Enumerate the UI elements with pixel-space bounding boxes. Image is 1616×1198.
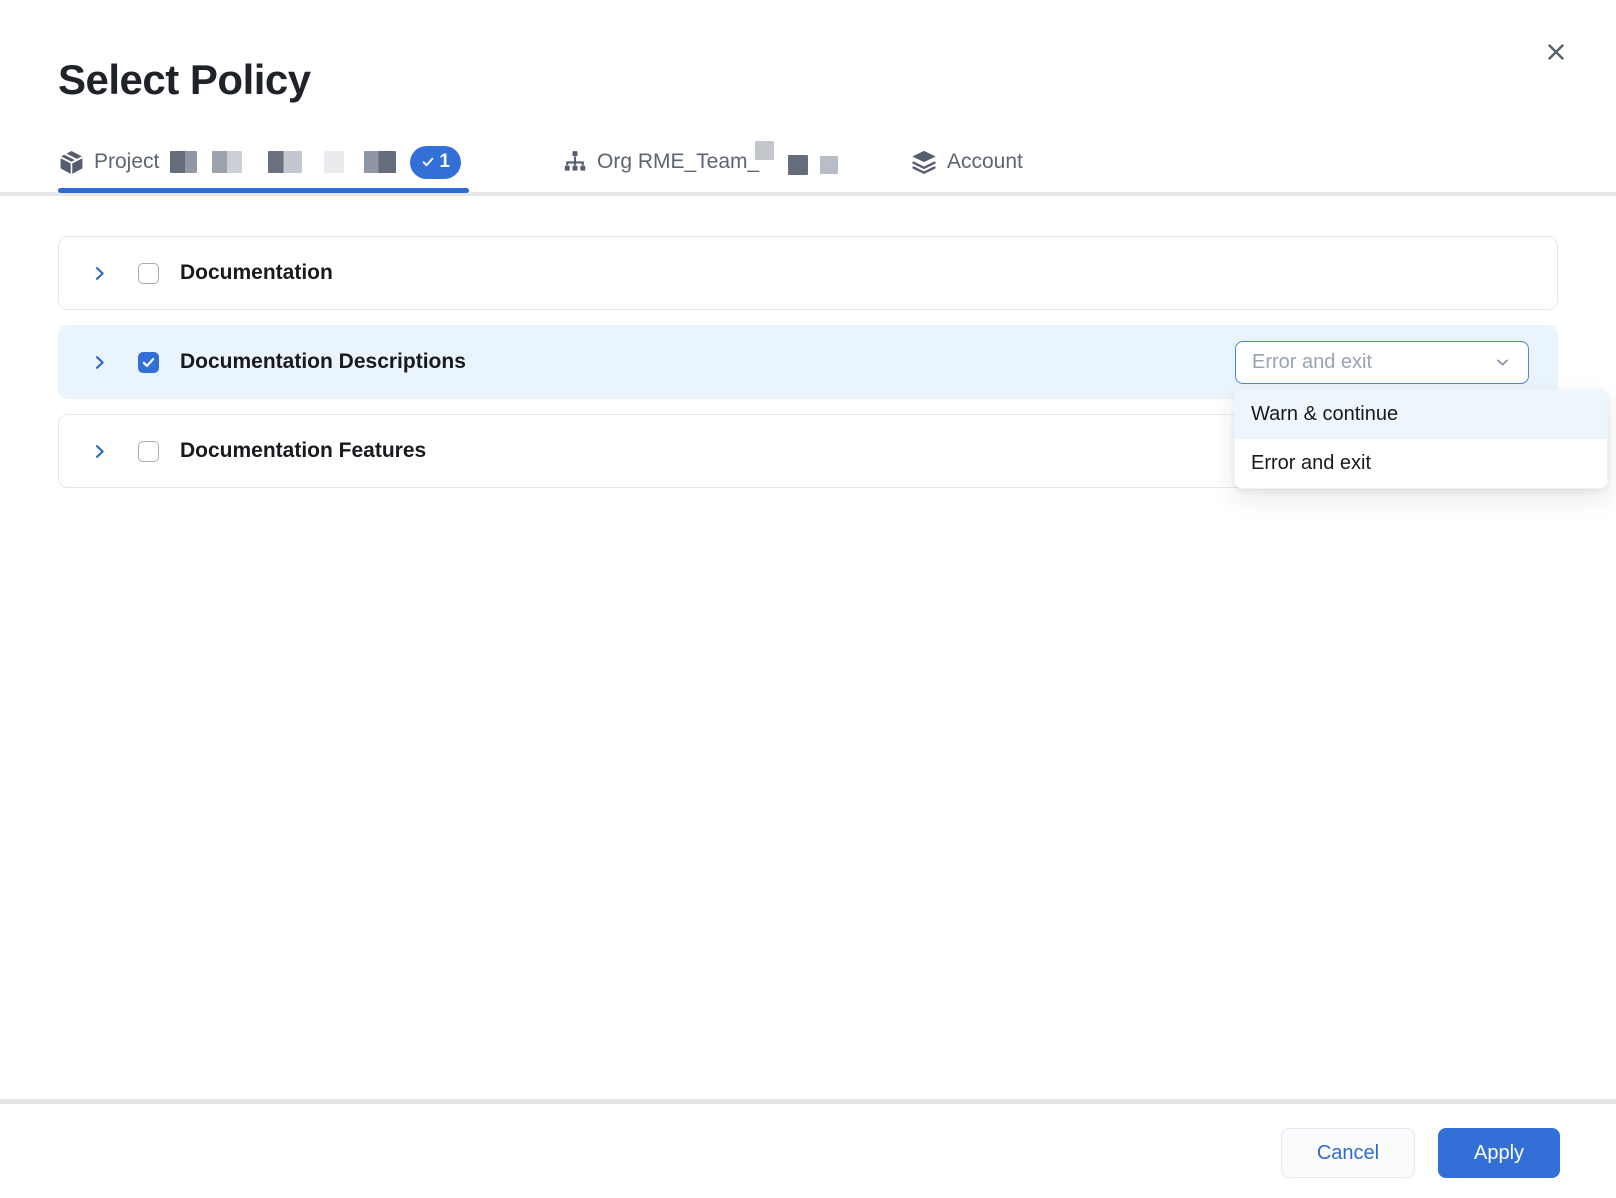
tab-org[interactable]: Org RME_Team_ <box>562 138 838 186</box>
checkbox-documentation-features[interactable] <box>138 441 159 462</box>
menu-option-warn-continue[interactable]: Warn & continue <box>1235 390 1607 439</box>
selected-count-badge: 1 <box>410 146 461 179</box>
tab-project-label: Project <box>94 150 159 174</box>
redacted-text <box>755 141 774 160</box>
active-tab-underline <box>58 188 469 193</box>
cancel-button[interactable]: Cancel <box>1281 1128 1415 1178</box>
tab-account[interactable]: Account <box>910 138 1023 186</box>
select-policy-modal: Select Policy Project 1 <box>0 0 1616 1198</box>
chevron-right-icon <box>91 265 108 282</box>
check-icon <box>421 155 435 169</box>
layers-icon <box>910 148 938 176</box>
cube-icon <box>58 149 85 176</box>
check-icon <box>141 355 156 370</box>
close-icon <box>1543 39 1569 65</box>
chevron-right-icon <box>91 443 108 460</box>
redacted-text <box>324 151 344 173</box>
tab-account-label: Account <box>947 150 1023 174</box>
expand-button[interactable] <box>91 354 108 371</box>
policy-row-documentation-descriptions[interactable]: Documentation Descriptions Error and exi… <box>58 325 1558 399</box>
action-select-value: Error and exit <box>1252 351 1372 374</box>
redacted-text <box>788 155 808 175</box>
chevron-down-icon <box>1494 354 1511 371</box>
policy-row-label: Documentation Features <box>180 439 426 463</box>
apply-button[interactable]: Apply <box>1438 1128 1560 1178</box>
policy-row-label: Documentation <box>180 261 333 285</box>
menu-option-error-exit[interactable]: Error and exit <box>1235 439 1607 488</box>
policy-row-label: Documentation Descriptions <box>180 350 466 374</box>
redacted-text <box>212 151 242 173</box>
footer-divider <box>0 1099 1616 1104</box>
action-select[interactable]: Error and exit <box>1235 341 1529 384</box>
page-title: Select Policy <box>58 56 311 104</box>
action-select-menu: Warn & continue Error and exit <box>1234 389 1608 489</box>
tab-org-label: Org RME_Team_ <box>597 150 759 174</box>
org-chart-icon <box>562 149 588 175</box>
badge-count: 1 <box>439 151 450 173</box>
checkbox-documentation-descriptions[interactable] <box>138 352 159 373</box>
redacted-text <box>820 156 838 174</box>
close-button[interactable] <box>1542 38 1570 66</box>
expand-button[interactable] <box>91 443 108 460</box>
redacted-text <box>364 151 396 173</box>
policy-row-documentation[interactable]: Documentation <box>58 236 1558 310</box>
redacted-text <box>268 151 302 173</box>
checkbox-documentation[interactable] <box>138 263 159 284</box>
redacted-text <box>170 151 197 173</box>
tab-project[interactable]: Project 1 <box>58 138 461 186</box>
expand-button[interactable] <box>91 265 108 282</box>
chevron-right-icon <box>91 354 108 371</box>
